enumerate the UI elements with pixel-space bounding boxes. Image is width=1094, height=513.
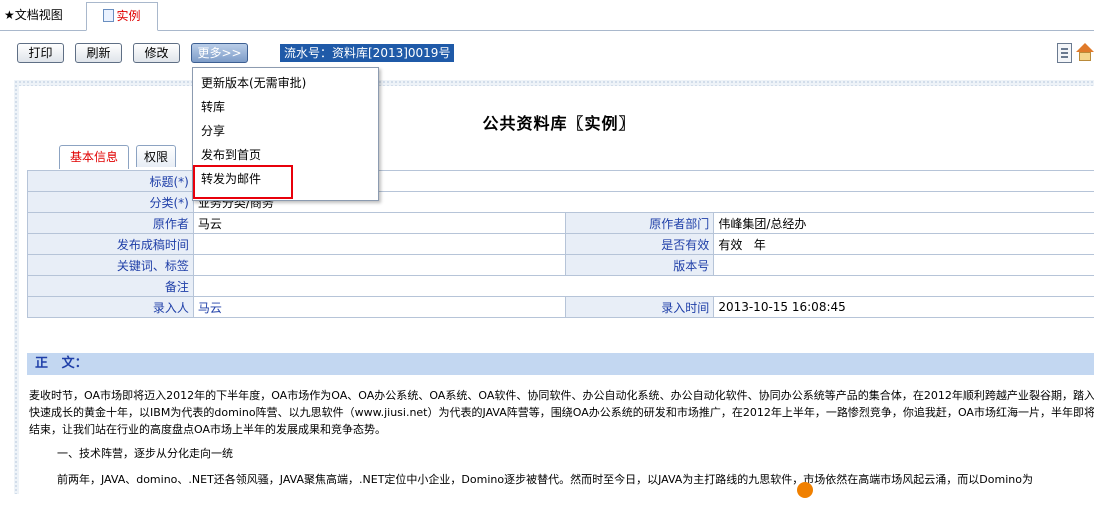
menu-item-publish-home[interactable]: 发布到首页: [201, 144, 261, 166]
tab-permissions[interactable]: 权限: [136, 145, 176, 167]
table-row: 备注: [28, 276, 1094, 297]
serial-number: 流水号：资料库[2013]0019号: [280, 44, 454, 62]
table-row: 标题(*): [28, 171, 1094, 192]
content-area: 公共资料库〖实例〗 基本信息 权限 标题(*) 分类(*) 业务分类/商务 原作…: [14, 80, 1094, 494]
body-paragraph: 前两年，JAVA、domino、.NET还各领风骚，JAVA聚焦高端，.NET定…: [57, 471, 1093, 488]
author-value: 马云: [193, 213, 566, 234]
body-paragraph: 麦收时节，OA市场即将迈入2012年的下半年度，OA市场作为OA、OA办公系统、…: [29, 387, 1094, 439]
entered-by-label: 录入人: [28, 297, 194, 318]
menu-item-transfer-library[interactable]: 转库: [201, 96, 225, 118]
document-tab-bar: ★文档视图 实例: [0, 0, 1094, 31]
document-panel: 公共资料库〖实例〗 基本信息 权限 标题(*) 分类(*) 业务分类/商务 原作…: [19, 86, 1094, 506]
body-header: 正 文：: [27, 353, 1094, 375]
valid-value: 有效 年: [714, 234, 1094, 255]
author-label: 原作者: [28, 213, 194, 234]
valid-label: 是否有效: [566, 234, 714, 255]
table-row: 原作者 马云 原作者部门 伟峰集团/总经办: [28, 213, 1094, 234]
publish-time-value: [193, 234, 566, 255]
page-icon: [103, 9, 114, 22]
print-button[interactable]: 打印: [17, 43, 64, 63]
tab-document-view[interactable]: ★文档视图: [4, 2, 80, 28]
edit-button[interactable]: 修改: [133, 43, 180, 63]
author-dept-label: 原作者部门: [566, 213, 714, 234]
keywords-label: 关键词、标签: [28, 255, 194, 276]
body-paragraph: 一、技术阵营，逐步从分化走向一统: [57, 445, 1094, 462]
floating-indicator: [797, 482, 813, 498]
table-row: 发布成稿时间 是否有效 有效 年: [28, 234, 1094, 255]
info-table: 标题(*) 分类(*) 业务分类/商务 原作者 马云 原作者部门 伟峰集团/总经…: [27, 170, 1094, 318]
toolbar: 打印 刷新 修改 更多>> 流水号：资料库[2013]0019号: [0, 31, 1094, 77]
category-label: 分类(*): [28, 192, 194, 213]
table-row: 关键词、标签 版本号: [28, 255, 1094, 276]
home-icon[interactable]: [1076, 43, 1094, 61]
remark-label: 备注: [28, 276, 194, 297]
highlight-box: [193, 165, 293, 199]
title-label: 标题(*): [28, 171, 194, 192]
keywords-value: [193, 255, 566, 276]
refresh-button[interactable]: 刷新: [75, 43, 122, 63]
document-icon[interactable]: [1057, 43, 1072, 63]
entered-time-label: 录入时间: [566, 297, 714, 318]
publish-time-label: 发布成稿时间: [28, 234, 194, 255]
version-value: [714, 255, 1094, 276]
tab-example[interactable]: 实例: [86, 2, 158, 31]
author-dept-value: 伟峰集团/总经办: [714, 213, 1094, 234]
remark-value: [193, 276, 1094, 297]
tab-example-label: 实例: [116, 9, 140, 23]
table-row: 分类(*) 业务分类/商务: [28, 192, 1094, 213]
page-title: 公共资料库〖实例〗: [19, 110, 1094, 134]
menu-item-share[interactable]: 分享: [201, 120, 225, 142]
version-label: 版本号: [566, 255, 714, 276]
entered-by-link[interactable]: 马云: [193, 297, 566, 318]
body-section: 正 文： 麦收时节，OA市场即将迈入2012年的下半年度，OA市场作为OA、OA…: [27, 353, 1094, 513]
entered-time-value: 2013-10-15 16:08:45: [714, 297, 1094, 318]
table-row: 录入人 马云 录入时间 2013-10-15 16:08:45: [28, 297, 1094, 318]
menu-item-update-version[interactable]: 更新版本(无需审批): [201, 72, 306, 94]
tab-basic-info[interactable]: 基本信息: [59, 145, 129, 169]
more-button[interactable]: 更多>>: [191, 43, 248, 63]
